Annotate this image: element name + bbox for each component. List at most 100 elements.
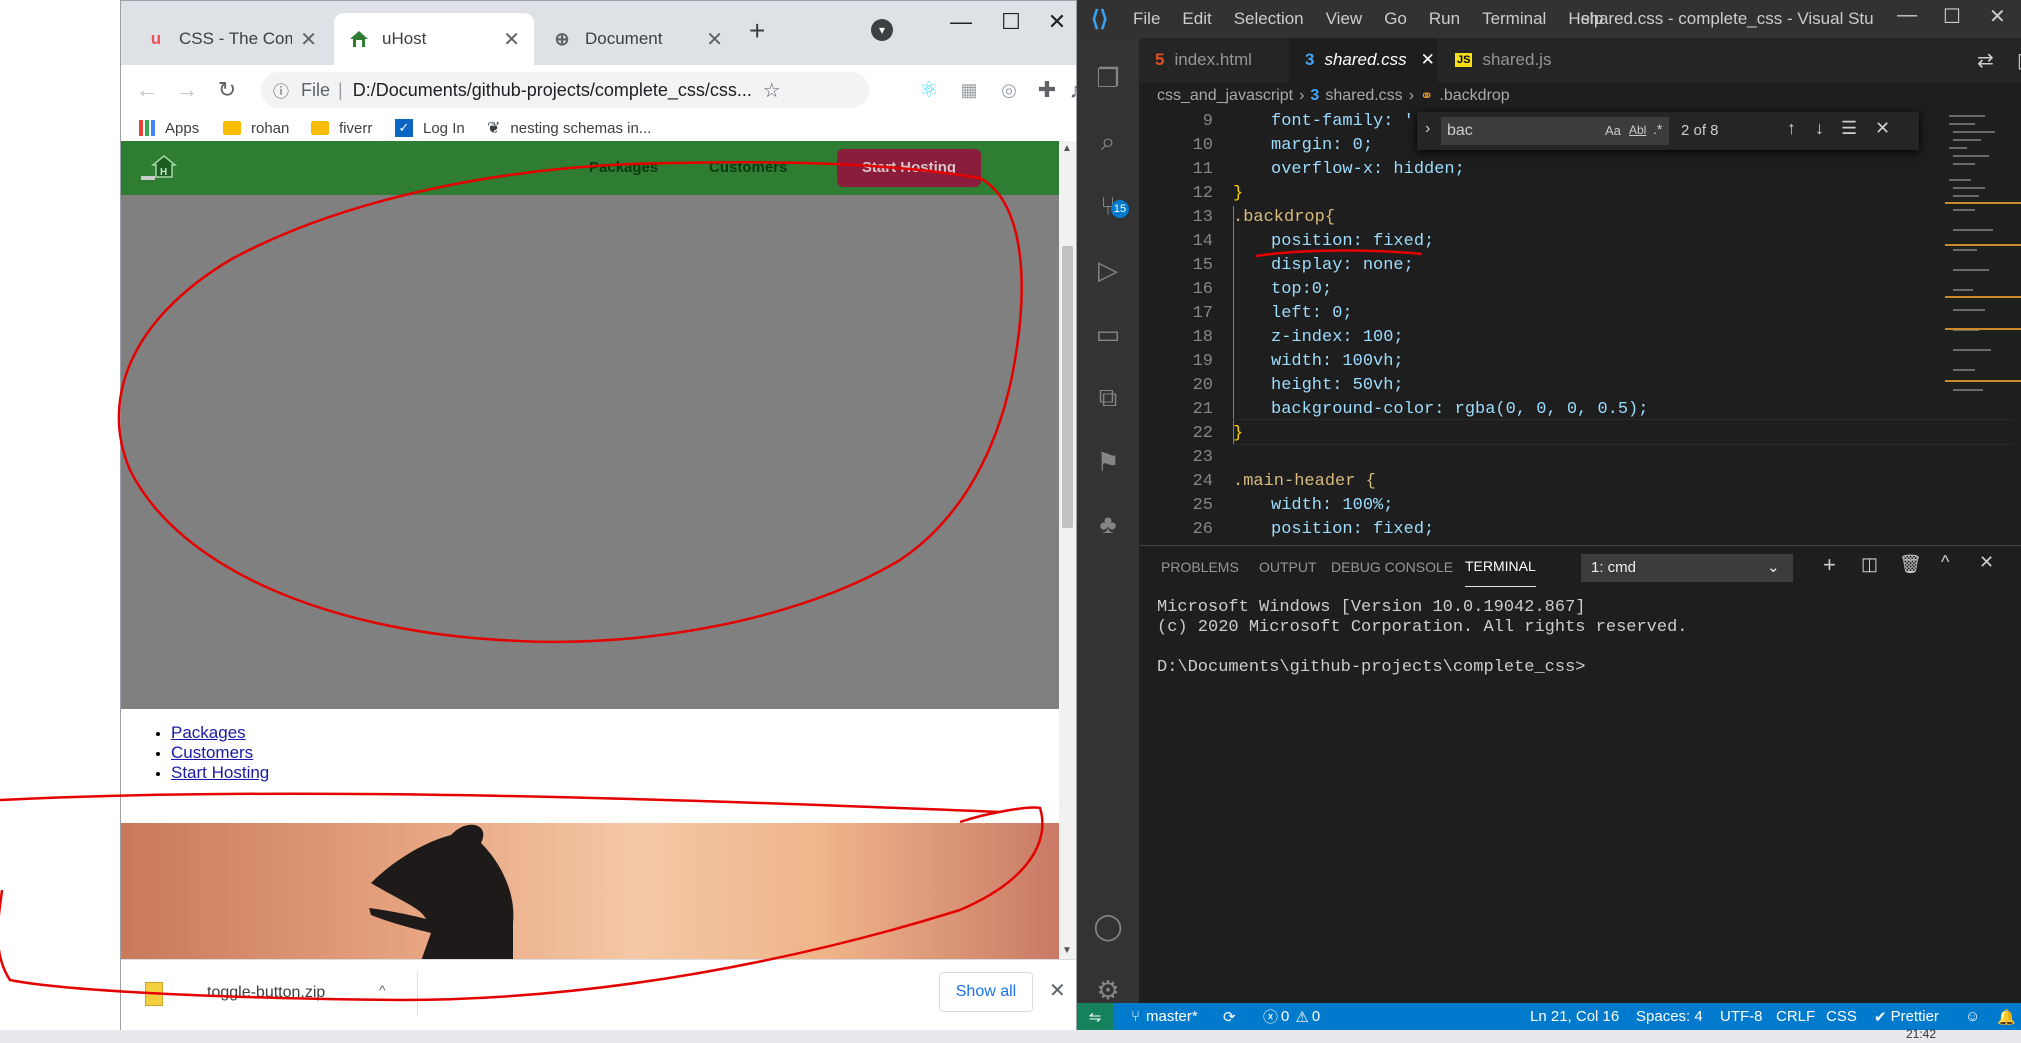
explorer-icon[interactable]: ❐: [1077, 52, 1139, 104]
end-of-line[interactable]: CRLF: [1776, 1003, 1815, 1030]
new-tab-icon[interactable]: +: [749, 15, 765, 47]
minimize-icon[interactable]: —: [941, 9, 981, 35]
remote-explorer-icon[interactable]: ▭: [1077, 308, 1139, 360]
menu-view[interactable]: View: [1326, 9, 1363, 29]
whole-word-toggle[interactable]: Abl: [1629, 123, 1646, 137]
tab-search-icon[interactable]: ▾: [871, 19, 893, 41]
menu-run[interactable]: Run: [1429, 9, 1460, 29]
tab-shared-css[interactable]: 3 shared.css ✕: [1289, 38, 1437, 82]
tab-problems[interactable]: PROBLEMS: [1161, 546, 1239, 588]
chevron-right-icon[interactable]: ›: [1425, 120, 1430, 138]
regex-toggle[interactable]: .*: [1653, 121, 1662, 137]
tab-index-html[interactable]: 5 index.html: [1139, 38, 1287, 82]
problems-indicator[interactable]: ⓧ 0 ⚠ 0: [1263, 1003, 1320, 1030]
link-customers[interactable]: Customers: [171, 743, 253, 762]
maximize-icon[interactable]: ☐: [991, 9, 1031, 35]
menu-edit[interactable]: Edit: [1182, 9, 1211, 29]
breadcrumb-folder[interactable]: css_and_javascript: [1157, 87, 1293, 105]
branch-indicator[interactable]: ⑂ master*: [1131, 1003, 1198, 1030]
info-icon[interactable]: ⓘ: [273, 78, 289, 102]
bookmark-rohan[interactable]: rohan: [223, 115, 289, 141]
encoding[interactable]: UTF-8: [1720, 1003, 1763, 1030]
new-terminal-icon[interactable]: +: [1823, 552, 1836, 578]
tab-debug-console[interactable]: DEBUG CONSOLE: [1331, 546, 1453, 588]
close-icon[interactable]: ✕: [1875, 118, 1890, 139]
reload-icon[interactable]: ↻: [209, 65, 245, 115]
close-window-icon[interactable]: ✕: [1037, 9, 1077, 35]
breadcrumb-file[interactable]: shared.css: [1325, 87, 1402, 105]
menu-terminal[interactable]: Terminal: [1482, 9, 1546, 29]
remote-icon[interactable]: ⇋: [1077, 1003, 1113, 1030]
close-icon[interactable]: ✕: [1421, 50, 1435, 70]
run-debug-icon[interactable]: ▷: [1077, 244, 1139, 296]
menu-file[interactable]: File: [1133, 9, 1160, 29]
close-icon[interactable]: ✕: [706, 27, 723, 52]
source-control-icon[interactable]: ⑂: [1077, 180, 1139, 232]
find-input[interactable]: bac Aa Abl .*: [1441, 117, 1669, 145]
maximize-icon[interactable]: ☐: [1943, 4, 1961, 29]
arrow-down-icon[interactable]: ↓: [1815, 118, 1824, 139]
bell-icon[interactable]: 🔔: [1997, 1003, 2016, 1030]
arrow-up-icon[interactable]: ↑: [1787, 118, 1796, 139]
indentation[interactable]: Spaces: 4: [1636, 1003, 1703, 1030]
puzzle-extensions-icon[interactable]: ✚: [1029, 65, 1065, 115]
extension-icon[interactable]: ◎: [991, 65, 1027, 115]
extensions-icon[interactable]: ⧉: [1077, 372, 1139, 424]
extension-icon[interactable]: ▦: [951, 65, 987, 115]
prettier-indicator[interactable]: ✔ Prettier: [1874, 1003, 1939, 1030]
terminal-output[interactable]: Microsoft Windows [Version 10.0.19042.86…: [1157, 598, 1688, 678]
bookmark-apps[interactable]: Apps: [139, 115, 199, 141]
tab-output[interactable]: OUTPUT: [1259, 546, 1317, 588]
download-filename[interactable]: toggle-button.zip: [207, 984, 325, 1002]
breadcrumb-symbol[interactable]: .backdrop: [1439, 87, 1509, 105]
close-icon[interactable]: ✕: [300, 27, 317, 52]
chevron-up-icon[interactable]: ^: [379, 982, 386, 998]
tab-css-complete[interactable]: u CSS - The Complete ✕: [131, 13, 331, 65]
close-icon[interactable]: ✕: [1049, 978, 1066, 1003]
back-icon[interactable]: ←: [129, 65, 165, 115]
compare-changes-icon[interactable]: ⇄: [1977, 48, 1994, 73]
account-icon[interactable]: ◯: [1077, 900, 1139, 952]
search-icon[interactable]: ⌕: [1077, 116, 1139, 168]
sync-icon[interactable]: ⟳: [1223, 1003, 1236, 1030]
split-terminal-icon[interactable]: ◫: [1861, 554, 1878, 575]
tab-shared-js[interactable]: JS shared.js: [1439, 38, 1587, 82]
address-url[interactable]: D:/Documents/github-projects/complete_cs…: [353, 80, 753, 101]
split-editor-icon[interactable]: ◫: [2017, 48, 2021, 73]
bookmark-nesting-schemas[interactable]: ❦ nesting schemas in...: [487, 115, 651, 141]
menu-selection[interactable]: Selection: [1234, 9, 1304, 29]
terminal-select[interactable]: 1: cmd ⌄: [1581, 554, 1793, 582]
backdrop-overlay[interactable]: [121, 195, 1059, 709]
scrollbar-thumb[interactable]: [1062, 246, 1073, 528]
language-mode[interactable]: CSS: [1826, 1003, 1857, 1030]
minimap[interactable]: [1945, 110, 2021, 420]
link-start-hosting[interactable]: Start Hosting: [171, 763, 269, 782]
scroll-down-icon[interactable]: ▼: [1062, 945, 1072, 956]
tab-terminal[interactable]: TERMINAL: [1465, 546, 1536, 587]
tree-icon[interactable]: ♣: [1077, 498, 1139, 550]
show-all-button[interactable]: Show all: [939, 972, 1033, 1012]
start-hosting-button[interactable]: Start Hosting: [837, 149, 981, 187]
maximize-panel-icon[interactable]: ^: [1941, 552, 1949, 573]
cursor-position[interactable]: Ln 21, Col 16: [1530, 1003, 1619, 1030]
scroll-up-icon[interactable]: ▲: [1062, 143, 1072, 154]
bookmark-star-icon[interactable]: ☆: [763, 78, 781, 103]
menu-go[interactable]: Go: [1384, 9, 1407, 29]
code-editor[interactable]: 9 font-family: ' 10 margin: 0; 11 overfl…: [1139, 110, 2021, 545]
trash-icon[interactable]: 🗑: [1899, 554, 1922, 575]
close-window-icon[interactable]: ✕: [1989, 4, 2006, 29]
close-icon[interactable]: ✕: [1979, 552, 1994, 573]
close-icon[interactable]: ✕: [503, 27, 520, 52]
site-logo[interactable]: H: [141, 151, 178, 190]
match-case-toggle[interactable]: Aa: [1605, 123, 1621, 138]
link-packages[interactable]: Packages: [171, 723, 246, 742]
find-in-selection-icon[interactable]: ☰: [1841, 118, 1857, 139]
forward-icon[interactable]: →: [169, 65, 205, 115]
bookmark-fiverr[interactable]: fiverr: [311, 115, 372, 141]
feedback-icon[interactable]: ☺: [1965, 1003, 1980, 1030]
bookmark-icon[interactable]: ⚑: [1077, 436, 1139, 488]
minimize-icon[interactable]: —: [1897, 4, 1917, 27]
nav-packages[interactable]: Packages: [589, 159, 658, 176]
nav-customers[interactable]: Customers: [709, 159, 787, 176]
tab-uhost[interactable]: uHost ✕: [334, 13, 534, 65]
